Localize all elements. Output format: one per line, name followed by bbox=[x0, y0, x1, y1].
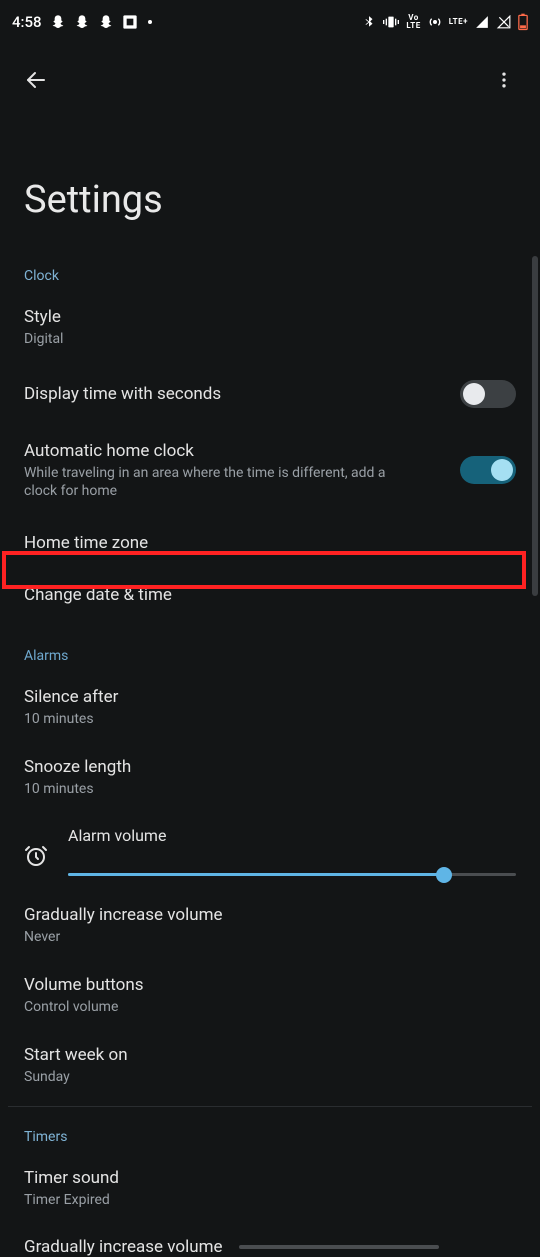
slider-thumb[interactable] bbox=[436, 867, 452, 883]
network-type: LTE+ bbox=[449, 18, 468, 26]
setting-value: Control volume bbox=[24, 998, 404, 1016]
setting-title: Snooze length bbox=[24, 756, 516, 778]
section-header-clock: Clock bbox=[0, 252, 540, 292]
setting-alarm-volume[interactable]: Alarm volume bbox=[0, 812, 540, 890]
status-left: 4:58 bbox=[12, 13, 152, 31]
battery-low-icon bbox=[518, 13, 528, 31]
setting-value: Sunday bbox=[24, 1068, 404, 1086]
volte-icon: VoLTE bbox=[406, 14, 420, 30]
section-header-alarms: Alarms bbox=[0, 618, 540, 672]
arrow-left-icon bbox=[24, 68, 48, 92]
setting-title: Silence after bbox=[24, 686, 516, 708]
dot-icon bbox=[148, 20, 152, 24]
setting-value: 10 minutes bbox=[24, 710, 404, 728]
setting-title: Start week on bbox=[24, 1044, 516, 1066]
snapchat-icon bbox=[98, 14, 114, 30]
setting-auto-home-clock[interactable]: Automatic home clock While traveling in … bbox=[0, 426, 540, 514]
vibrate-icon bbox=[382, 14, 400, 30]
setting-style[interactable]: Style Digital bbox=[0, 292, 540, 362]
app-icon bbox=[122, 14, 138, 30]
slider-label: Alarm volume bbox=[68, 826, 516, 845]
setting-title: Display time with seconds bbox=[24, 383, 444, 405]
setting-title: Home time zone bbox=[24, 532, 516, 554]
setting-silence-after[interactable]: Silence after 10 minutes bbox=[0, 672, 540, 742]
setting-volume-buttons[interactable]: Volume buttons Control volume bbox=[0, 960, 540, 1030]
section-header-timers: Timers bbox=[0, 1113, 540, 1153]
signal-secondary-icon bbox=[496, 15, 512, 29]
setting-title: Timer sound bbox=[24, 1167, 516, 1189]
alarm-clock-icon bbox=[24, 844, 48, 868]
signal-icon bbox=[474, 15, 490, 29]
setting-home-time-zone[interactable]: Home time zone bbox=[0, 514, 540, 572]
setting-value: Digital bbox=[24, 330, 404, 348]
switch-display-seconds[interactable] bbox=[460, 380, 516, 408]
app-bar bbox=[0, 44, 540, 108]
status-bar: 4:58 VoLTE LTE+ bbox=[0, 0, 540, 44]
setting-change-date-time[interactable]: Change date & time bbox=[0, 572, 540, 618]
setting-timer-sound[interactable]: Timer sound Timer Expired bbox=[0, 1153, 540, 1223]
hotspot-icon bbox=[427, 14, 443, 30]
setting-title: Automatic home clock bbox=[24, 440, 444, 462]
section-divider bbox=[8, 1106, 532, 1107]
status-clock: 4:58 bbox=[12, 13, 42, 31]
page-title: Settings bbox=[0, 108, 540, 252]
switch-auto-home-clock[interactable] bbox=[460, 456, 516, 484]
snapchat-icon bbox=[74, 14, 90, 30]
more-vert-icon bbox=[494, 70, 514, 90]
setting-display-seconds[interactable]: Display time with seconds bbox=[0, 362, 540, 426]
setting-value: Never bbox=[24, 928, 404, 946]
setting-title: Gradually increase volume bbox=[24, 1237, 223, 1257]
setting-title: Style bbox=[24, 306, 516, 328]
snapchat-icon bbox=[50, 14, 66, 30]
setting-title: Change date & time bbox=[24, 584, 516, 606]
volume-slider[interactable] bbox=[68, 873, 516, 876]
setting-timer-gradually-increase-volume[interactable]: Gradually increase volume bbox=[0, 1223, 540, 1257]
setting-snooze-length[interactable]: Snooze length 10 minutes bbox=[0, 742, 540, 812]
setting-gradually-increase-volume[interactable]: Gradually increase volume Never bbox=[0, 890, 540, 960]
setting-start-week-on[interactable]: Start week on Sunday bbox=[0, 1030, 540, 1100]
scrollbar[interactable] bbox=[532, 256, 538, 596]
setting-value: 10 minutes bbox=[24, 780, 404, 798]
setting-value: Timer Expired bbox=[24, 1191, 404, 1209]
setting-title: Gradually increase volume bbox=[24, 904, 516, 926]
progress-indicator bbox=[239, 1245, 439, 1249]
setting-title: Volume buttons bbox=[24, 974, 516, 996]
bluetooth-icon bbox=[362, 14, 376, 30]
more-options-button[interactable] bbox=[484, 60, 524, 100]
status-right: VoLTE LTE+ bbox=[362, 13, 528, 31]
slider-fill bbox=[68, 873, 444, 876]
setting-subtitle: While traveling in an area where the tim… bbox=[24, 464, 404, 500]
back-button[interactable] bbox=[16, 60, 56, 100]
